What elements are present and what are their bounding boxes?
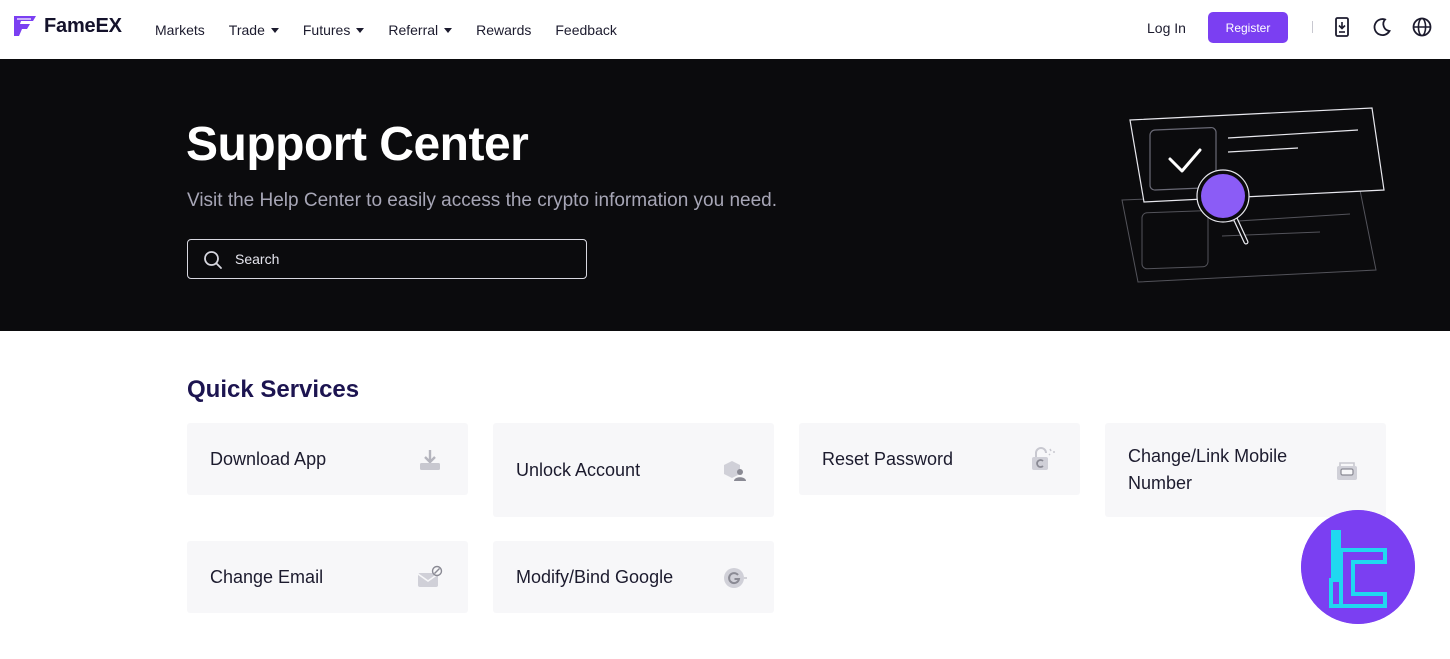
page-title: Support Center bbox=[186, 118, 529, 171]
nav-feedback[interactable]: Feedback bbox=[555, 22, 616, 38]
reset-password-icon bbox=[1032, 447, 1055, 470]
fameex-logo-icon bbox=[14, 16, 36, 36]
card-label: Unlock Account bbox=[516, 460, 641, 480]
nav-trade[interactable]: Trade bbox=[229, 22, 279, 38]
hero-banner: Support Center Visit the Help Center to … bbox=[0, 59, 1450, 331]
register-button[interactable]: Register bbox=[1208, 12, 1288, 43]
chevron-down-icon bbox=[444, 27, 453, 33]
nav-divider bbox=[1312, 21, 1313, 33]
mobile-phone-icon bbox=[1337, 462, 1357, 480]
top-navbar: FameEX Markets Trade Futures Referral Re… bbox=[0, 0, 1450, 59]
card-label: Change Email bbox=[210, 567, 324, 587]
card-label: Modify/Bind Google bbox=[516, 567, 674, 587]
support-illustration bbox=[1121, 107, 1385, 283]
email-icon bbox=[417, 565, 443, 587]
search-input[interactable] bbox=[235, 248, 565, 270]
card-label: Download App bbox=[210, 449, 327, 469]
section-title-quick-services: Quick Services bbox=[187, 376, 360, 403]
card-change-link-mobile-number[interactable]: Change/Link Mobile Number bbox=[1105, 423, 1386, 517]
nav-futures[interactable]: Futures bbox=[302, 21, 365, 38]
chevron-down-icon bbox=[356, 27, 365, 33]
main-nav: Markets Trade Futures Referral Rewards F… bbox=[155, 0, 617, 59]
nav-rewards-label: Rewards bbox=[476, 21, 532, 38]
nav-markets-label: Markets bbox=[155, 21, 205, 38]
search-icon bbox=[204, 251, 222, 269]
download-icon bbox=[420, 450, 440, 470]
nav-referral-label: Referral bbox=[388, 21, 439, 38]
nav-feedback-label: Feedback bbox=[555, 21, 617, 38]
download-app-icon[interactable] bbox=[1331, 16, 1353, 38]
card-reset-password[interactable]: Reset Password bbox=[799, 423, 1080, 495]
google-icon bbox=[724, 568, 747, 588]
language-globe-icon[interactable] bbox=[1411, 16, 1433, 38]
brand-name: FameEX bbox=[44, 14, 122, 37]
hero-subtitle: Visit the Help Center to easily access t… bbox=[187, 190, 778, 211]
nav-futures-label: Futures bbox=[302, 21, 351, 38]
nav-trade-label: Trade bbox=[228, 21, 265, 38]
login-link[interactable]: Log In bbox=[1147, 20, 1186, 36]
floating-brand-badge-icon bbox=[1301, 510, 1415, 624]
chevron-down-icon bbox=[270, 27, 279, 33]
card-modify-bind-google[interactable]: Modify/Bind Google bbox=[493, 541, 774, 613]
card-change-email[interactable]: Change Email bbox=[187, 541, 468, 613]
fameex-logo[interactable]: FameEX bbox=[12, 14, 122, 38]
nav-referral[interactable]: Referral bbox=[388, 21, 453, 38]
search-box[interactable] bbox=[187, 239, 587, 279]
card-label: Change/Link Mobile Number bbox=[1128, 446, 1288, 493]
unlock-account-icon bbox=[724, 461, 746, 481]
dark-mode-moon-icon[interactable] bbox=[1371, 16, 1393, 38]
nav-rewards[interactable]: Rewards bbox=[476, 22, 531, 38]
card-label: Reset Password bbox=[822, 449, 954, 469]
card-unlock-account[interactable]: Unlock Account bbox=[493, 423, 774, 517]
card-download-app[interactable]: Download App bbox=[187, 423, 468, 495]
nav-markets[interactable]: Markets bbox=[155, 22, 205, 38]
